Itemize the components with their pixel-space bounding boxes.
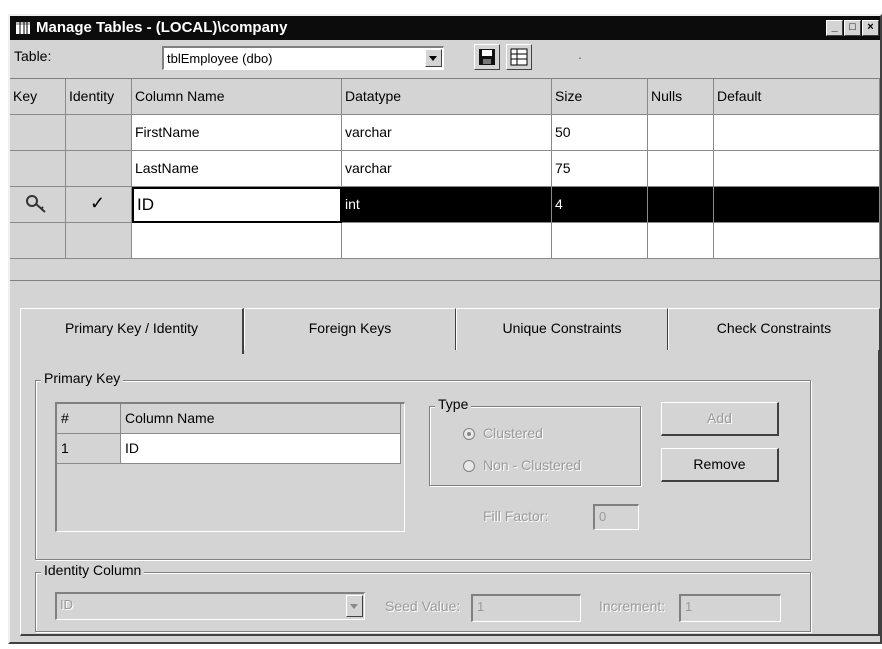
column-header-datatype[interactable]: Datatype [342, 79, 552, 115]
add-button[interactable]: Add [661, 402, 779, 436]
nulls-cell[interactable] [648, 151, 714, 187]
increment-input[interactable]: 1 [679, 594, 781, 622]
table-icon [16, 22, 30, 34]
size-cell[interactable]: 50 [552, 115, 648, 151]
nulls-cell[interactable] [648, 187, 714, 223]
row-identity-cell[interactable] [66, 115, 132, 151]
column-name-cell[interactable]: LastName [132, 151, 342, 187]
grid-scroll-area[interactable] [10, 280, 880, 298]
seed-value-label: Seed Value: [385, 598, 461, 614]
tab-check-constraints[interactable]: Check Constraints [668, 308, 880, 350]
row-key-cell[interactable] [10, 151, 66, 187]
clustered-label: Clustered [483, 425, 543, 441]
type-group-label: Type [435, 396, 472, 412]
size-cell[interactable]: 4 [552, 187, 648, 223]
pk-header-column-name: Column Name [121, 404, 401, 434]
table-select-value: tblEmployee (dbo) [167, 51, 273, 66]
row-key-cell[interactable] [10, 223, 66, 259]
nulls-cell[interactable] [648, 223, 714, 259]
primary-key-grid: # Column Name 1 ID [55, 402, 405, 532]
chevron-down-icon [429, 56, 437, 61]
manage-tables-window: Manage Tables - (LOCAL)\company _ □ × Ta… [8, 14, 882, 644]
tab-foreign-keys[interactable]: Foreign Keys [244, 308, 456, 350]
primary-key-group-label: Primary Key [41, 370, 124, 386]
type-group [429, 406, 641, 486]
table-select[interactable]: tblEmployee (dbo) [162, 46, 444, 70]
identity-column-group-label: Identity Column [41, 562, 145, 578]
column-header-size[interactable]: Size [552, 79, 648, 115]
properties-button[interactable] [506, 44, 532, 70]
remove-button[interactable]: Remove [661, 448, 779, 482]
close-button[interactable]: × [862, 20, 879, 36]
column-header-nulls[interactable]: Nulls [648, 79, 714, 115]
column-header-identity[interactable]: Identity [66, 79, 132, 115]
table-select-dropdown-button[interactable] [425, 49, 442, 67]
tab-panel: Primary Key # Column Name 1 ID Type Clus… [20, 350, 880, 636]
clustered-radio[interactable] [463, 428, 475, 440]
row-identity-cell[interactable] [66, 223, 132, 259]
default-cell[interactable] [714, 223, 880, 259]
increment-label: Increment: [599, 598, 666, 614]
column-header-column-name[interactable]: Column Name [132, 79, 342, 115]
datatype-cell[interactable]: int [342, 187, 552, 223]
key-icon [26, 195, 46, 213]
datatype-cell[interactable] [342, 223, 552, 259]
tab-primary-key-identity[interactable]: Primary Key / Identity [20, 308, 244, 354]
datatype-cell[interactable]: varchar [342, 115, 552, 151]
nonclustered-radio[interactable] [463, 460, 475, 472]
pk-row-column-name[interactable]: ID [121, 434, 401, 464]
table-label: Table: [14, 48, 52, 64]
row-key-cell[interactable] [10, 115, 66, 151]
identity-column-dropdown-button[interactable] [346, 595, 363, 617]
identity-column-select[interactable]: ID [55, 592, 365, 620]
identity-check-icon[interactable]: ✓ [66, 187, 132, 223]
seed-value-input[interactable]: 1 [471, 594, 581, 622]
nulls-cell[interactable] [648, 115, 714, 151]
pk-header-number: # [57, 404, 121, 434]
column-header-default[interactable]: Default [714, 79, 880, 115]
save-icon [479, 49, 495, 65]
default-cell[interactable] [714, 151, 880, 187]
maximize-button[interactable]: □ [844, 20, 861, 36]
column-name-cell[interactable] [132, 223, 342, 259]
fill-factor-input[interactable]: 0 [593, 504, 639, 530]
title-bar[interactable]: Manage Tables - (LOCAL)\company _ □ × [10, 16, 880, 40]
identity-column-value: ID [60, 597, 73, 612]
table-properties-icon [510, 48, 528, 66]
columns-grid: Key Identity Column Name Datatype Size N… [10, 78, 880, 280]
nonclustered-label: Non - Clustered [483, 457, 582, 473]
window-title: Manage Tables - (LOCAL)\company [36, 19, 288, 36]
save-button[interactable] [474, 44, 500, 70]
tab-strip: Primary Key / Identity Foreign Keys Uniq… [20, 308, 880, 354]
row-identity-cell[interactable] [66, 151, 132, 187]
fill-factor-label: Fill Factor: [483, 508, 549, 524]
row-key-cell[interactable] [10, 187, 66, 223]
pk-row-number[interactable]: 1 [57, 434, 121, 464]
column-header-key[interactable]: Key [10, 79, 66, 115]
size-cell[interactable]: 75 [552, 151, 648, 187]
default-cell[interactable] [714, 115, 880, 151]
column-name-cell-editing[interactable]: ID [132, 187, 342, 223]
default-cell[interactable] [714, 187, 880, 223]
minimize-button[interactable]: _ [826, 20, 843, 36]
chevron-down-icon [350, 604, 358, 609]
tab-unique-constraints[interactable]: Unique Constraints [456, 308, 668, 350]
toolbar-dot: . [578, 46, 582, 62]
datatype-cell[interactable]: varchar [342, 151, 552, 187]
size-cell[interactable] [552, 223, 648, 259]
column-name-cell[interactable]: FirstName [132, 115, 342, 151]
